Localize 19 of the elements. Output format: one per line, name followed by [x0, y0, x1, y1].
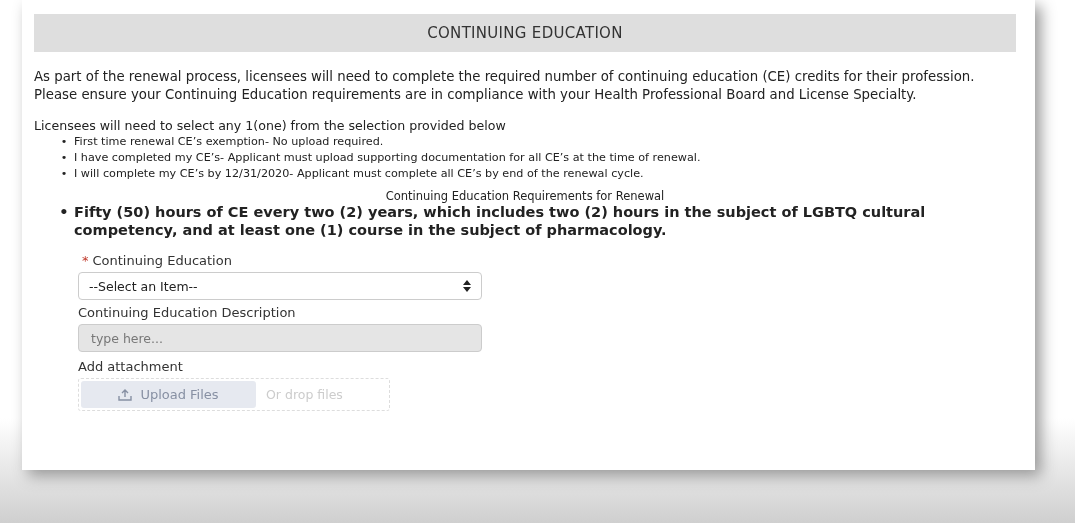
- bullet: •: [58, 203, 70, 222]
- field-label: Add attachment: [78, 359, 184, 374]
- option-item: First time renewal CE’s exemption- No upload required.: [74, 134, 384, 150]
- option-item: I have completed my CE’s- Applicant must upload supporting documentation for all CE’s at the time of renewal.: [74, 150, 701, 166]
- sort-caret-icon: [463, 280, 471, 292]
- field-label: Continuing Education: [92, 253, 232, 268]
- bullet: •: [59, 134, 69, 150]
- bullet: •: [59, 150, 69, 166]
- field-label: Continuing Education Description: [78, 305, 297, 320]
- selection-heading: Licensees will need to select any 1(one) from the selection provided below: [34, 118, 507, 133]
- select-field[interactable]: --Select an Item--: [78, 272, 482, 300]
- requirements-heading: Continuing Education Requirements for Renewal: [384, 189, 666, 203]
- intro-paragraph: As part of the renewal process, licensees will need to complete the required number of continuing education (CE) credits for their profession. Please ensure your Continuing Education requirements are in compliance with your Health Professional Board and License Specialty.: [34, 68, 976, 104]
- required-asterisk: *: [82, 253, 89, 268]
- bullet: •: [59, 166, 69, 182]
- requirement-item: Fifty (50) hours of CE every two (2) years, which includes two (2) hours in the subject of LGBTQ cultural competency, and at least one (1) course in the subject of pharmacology.: [74, 203, 927, 239]
- section-header: CONTINUING EDUCATION: [34, 14, 1016, 52]
- upload-icon: [118, 388, 133, 401]
- option-item: I will complete my CE’s by 12/31/2020- Applicant must complete all CE’s by end of the renewal cycle.: [74, 166, 644, 182]
